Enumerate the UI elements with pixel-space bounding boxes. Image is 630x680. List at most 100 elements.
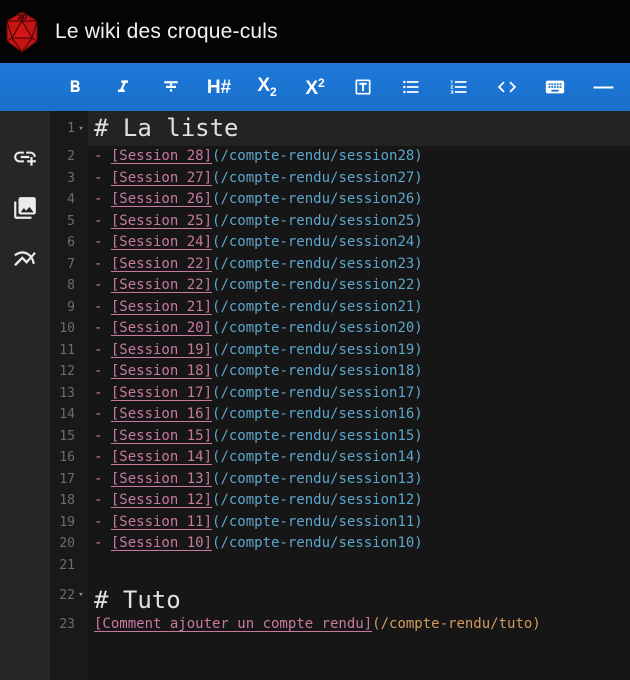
line-gutter: 17 xyxy=(50,468,88,490)
code-segment-dash: - xyxy=(94,384,111,401)
code-segment-link: [Comment ajouter un compte rendu] xyxy=(94,616,373,632)
strikethrough-icon xyxy=(164,81,178,92)
editor-line-6[interactable]: 6 - [Session 24](/compte-rendu/session24) xyxy=(50,232,630,254)
code-line-content[interactable]: - [Session 28](/compte-rendu/session28) xyxy=(88,146,630,168)
photo-library-button[interactable] xyxy=(11,194,39,222)
bold-button[interactable] xyxy=(51,63,99,111)
code-segment-link: [Session 24] xyxy=(110,234,213,250)
editor-line-9[interactable]: 9 - [Session 21](/compte-rendu/session21) xyxy=(50,296,630,319)
code-line-content[interactable]: # Tuto xyxy=(88,576,630,614)
code-segment-dash: - xyxy=(94,277,111,293)
line-number: 5 xyxy=(67,213,75,229)
editor-line-14[interactable]: 14 - [Session 16](/compte-rendu/session16… xyxy=(50,404,630,426)
editor-line-8[interactable]: 8 - [Session 22](/compte-rendu/session22) xyxy=(50,275,630,297)
code-segment-url: (/compte-rendu/session11) xyxy=(212,513,423,530)
text-box-button[interactable] xyxy=(339,63,387,111)
code-segment-url: (/compte-rendu/session24) xyxy=(212,234,423,250)
superscript-button[interactable]: X2 xyxy=(291,63,339,111)
code-line-content[interactable]: - [Session 25](/compte-rendu/session25) xyxy=(88,211,630,233)
keyboard-icon xyxy=(545,80,565,94)
editor-line-11[interactable]: 11 - [Session 19](/compte-rendu/session19… xyxy=(50,339,630,362)
code-segment-url: (/compte-rendu/session28) xyxy=(212,148,423,164)
strikethrough-button[interactable] xyxy=(147,63,195,111)
code-segment-link: [Session 13] xyxy=(110,470,213,487)
markdown-editor[interactable]: 1 ▾ # La liste 2- [Session 28](/compte-rend… xyxy=(50,111,630,680)
code-segment-url: (/compte-rendu/session23) xyxy=(212,255,423,272)
code-line-content[interactable]: - [Session 22](/compte-rendu/session23) xyxy=(88,254,630,276)
editor-line-7[interactable]: 7 - [Session 22](/compte-rendu/session23) xyxy=(50,253,630,276)
editor-line-23[interactable]: 23 [Comment ajouter un compte rendu](/com… xyxy=(50,614,630,636)
line-gutter: 23 xyxy=(50,614,88,636)
editor-line-19[interactable]: 19 - [Session 11](/compte-rendu/session11… xyxy=(50,511,630,534)
editor-line-16[interactable]: 16 - [Session 14](/compte-rendu/session14… xyxy=(50,447,630,469)
line-gutter: 3 xyxy=(50,167,88,189)
ordered-list-button[interactable] xyxy=(435,63,483,111)
code-segment-dash: - xyxy=(94,298,111,315)
keyboard-button[interactable] xyxy=(531,63,579,111)
code-segment-url: (/compte-rendu/session19) xyxy=(212,341,423,358)
editor-line-12[interactable]: 12 - [Session 18](/compte-rendu/session18… xyxy=(50,361,630,383)
code-segment-url: (/compte-rendu/session15) xyxy=(212,427,423,444)
code-line-content[interactable]: - [Session 21](/compte-rendu/session21) xyxy=(88,297,630,319)
editor-line-2[interactable]: 2 - [Session 28](/compte-rendu/session28) xyxy=(50,146,630,168)
editor-line-3[interactable]: 3 - [Session 27](/compte-rendu/session27) xyxy=(50,167,630,190)
code-line-content[interactable]: - [Session 12](/compte-rendu/session12) xyxy=(88,490,630,512)
editor-line-15[interactable]: 15 - [Session 15](/compte-rendu/session15… xyxy=(50,425,630,448)
editor-line-1[interactable]: 1 ▾ # La liste xyxy=(50,111,630,146)
line-number: 12 xyxy=(59,364,75,380)
multiline-chart-button[interactable] xyxy=(11,245,39,273)
editor-line-18[interactable]: 18 - [Session 12](/compte-rendu/session12… xyxy=(50,490,630,512)
code-segment-url: (/compte-rendu/session22) xyxy=(212,277,423,293)
code-line-content[interactable]: - [Session 24](/compte-rendu/session24) xyxy=(88,232,630,254)
code-segment-dash: - xyxy=(94,449,111,465)
subscript-button[interactable]: X2 xyxy=(243,63,291,111)
fold-arrow-icon[interactable]: ▾ xyxy=(75,590,87,600)
code-line-content[interactable]: # La liste xyxy=(88,111,630,146)
code-line-content[interactable]: - [Session 18](/compte-rendu/session18) xyxy=(88,361,630,383)
editor-line-5[interactable]: 5 - [Session 25](/compte-rendu/session25) xyxy=(50,210,630,233)
bullet-list-button[interactable] xyxy=(387,63,435,111)
text-box-icon xyxy=(355,79,371,95)
code-line-content[interactable]: - [Session 19](/compte-rendu/session19) xyxy=(88,340,630,362)
code-line-content[interactable]: - [Session 26](/compte-rendu/session26) xyxy=(88,189,630,211)
editor-empty-space[interactable] xyxy=(88,635,630,680)
multiline-chart-icon xyxy=(14,251,36,267)
editor-line-21[interactable]: 21 xyxy=(50,554,630,577)
editor-line-10[interactable]: 10 - [Session 20](/compte-rendu/session20… xyxy=(50,318,630,340)
heading-icon: H# xyxy=(206,76,232,98)
editor-line-13[interactable]: 13 - [Session 17](/compte-rendu/session17… xyxy=(50,382,630,405)
code-segment-dash: - xyxy=(94,169,111,186)
code-segment-link: [Session 11] xyxy=(110,513,213,530)
code-line-content[interactable]: - [Session 27](/compte-rendu/session27) xyxy=(88,168,630,190)
editor-line-22[interactable]: 22 ▾ # Tuto xyxy=(50,576,630,614)
code-line-content[interactable]: - [Session 10](/compte-rendu/session10) xyxy=(88,533,630,555)
line-gutter: 22 ▾ xyxy=(50,576,88,614)
code-button[interactable] xyxy=(483,63,531,111)
editor-line-17[interactable]: 17 - [Session 13](/compte-rendu/session13… xyxy=(50,468,630,491)
code-segment-dash: - xyxy=(94,513,111,530)
editor-filler[interactable] xyxy=(50,635,630,680)
add-link-icon xyxy=(14,151,36,166)
code-line-content[interactable] xyxy=(88,555,630,577)
heading-button[interactable]: H# xyxy=(195,63,243,111)
line-number: 4 xyxy=(67,192,75,208)
italic-button[interactable] xyxy=(99,63,147,111)
code-line-content[interactable]: - [Session 14](/compte-rendu/session14) xyxy=(88,447,630,469)
code-line-content[interactable]: - [Session 16](/compte-rendu/session16) xyxy=(88,404,630,426)
code-line-content[interactable]: - [Session 17](/compte-rendu/session17) xyxy=(88,383,630,405)
editor-line-4[interactable]: 4 - [Session 26](/compte-rendu/session26) xyxy=(50,189,630,211)
horizontal-rule-icon: — xyxy=(593,76,614,98)
code-line-content[interactable]: - [Session 22](/compte-rendu/session22) xyxy=(88,275,630,297)
d20-logo-icon[interactable]: 20 xyxy=(4,10,40,53)
code-line-content[interactable]: [Comment ajouter un compte rendu](/compt… xyxy=(88,614,630,636)
code-line-content[interactable]: - [Session 20](/compte-rendu/session20) xyxy=(88,318,630,340)
line-number: 6 xyxy=(67,235,75,251)
code-line-content[interactable]: - [Session 15](/compte-rendu/session15) xyxy=(88,426,630,448)
horizontal-rule-button[interactable]: — xyxy=(579,63,627,111)
code-line-content[interactable]: - [Session 11](/compte-rendu/session11) xyxy=(88,512,630,534)
code-segment-link: [Session 18] xyxy=(110,363,213,379)
editor-line-20[interactable]: 20 - [Session 10](/compte-rendu/session10… xyxy=(50,533,630,555)
code-line-content[interactable]: - [Session 13](/compte-rendu/session13) xyxy=(88,469,630,491)
fold-arrow-icon[interactable]: ▾ xyxy=(75,124,87,134)
add-link-button[interactable] xyxy=(11,143,39,171)
